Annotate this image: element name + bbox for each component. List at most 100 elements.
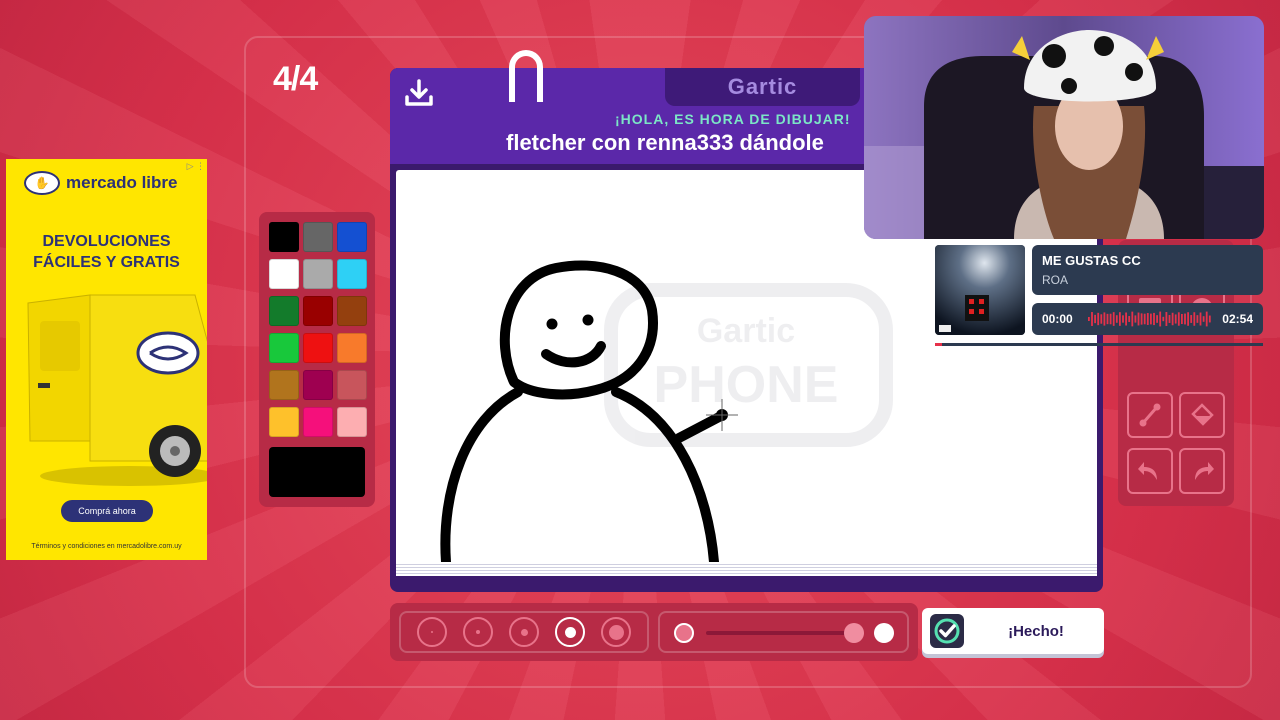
undo-button[interactable] — [1127, 448, 1173, 494]
track-duration: 02:54 — [1222, 312, 1253, 326]
waveform-bar — [1109, 313, 1112, 325]
line-tool[interactable] — [1127, 392, 1173, 438]
brush-size-dot — [608, 624, 624, 640]
watermark-top: Gartic — [697, 312, 795, 350]
album-art-image — [935, 245, 1025, 335]
waveform-bar — [1143, 313, 1146, 325]
delivery-van-image — [27, 294, 207, 486]
color-swatch[interactable] — [303, 333, 333, 363]
left-eye — [546, 318, 558, 330]
waveform-bar — [1168, 315, 1171, 323]
color-swatch[interactable] — [337, 370, 367, 400]
waveform-bar — [1181, 313, 1183, 325]
ad-headline-line2: FÁCILES Y GRATIS — [33, 254, 180, 271]
waveform — [1088, 311, 1211, 327]
waveform-bar — [1140, 313, 1143, 325]
color-swatch[interactable] — [269, 407, 299, 437]
waveform-bar — [1112, 312, 1115, 326]
waveform-bar — [1205, 311, 1208, 327]
webcam-feed-image — [864, 16, 1264, 239]
done-button[interactable]: ¡Hecho! — [922, 608, 1104, 654]
ad-headline: DEVOLUCIONES FÁCILES Y GRATIS — [6, 231, 207, 273]
color-swatch[interactable] — [269, 333, 299, 363]
color-swatch[interactable] — [337, 333, 367, 363]
track-artist: ROA — [1042, 273, 1069, 287]
ad-choices-icon[interactable]: ▷ ⋮ — [187, 161, 205, 172]
brush-size-button[interactable] — [509, 617, 539, 647]
brush-size-button[interactable] — [555, 617, 585, 647]
waveform-bar — [1159, 311, 1162, 327]
color-swatch[interactable] — [303, 296, 333, 326]
color-palette — [259, 212, 375, 507]
waveform-bar — [1156, 315, 1158, 323]
fill-tool[interactable] — [1179, 392, 1225, 438]
waveform-bar — [1125, 312, 1127, 326]
waveform-bar — [1162, 316, 1165, 322]
advertisement[interactable]: ▷ ⋮ ✋ mercado libre DEVOLUCIONES FÁCILES… — [6, 159, 207, 560]
right-eye — [582, 314, 594, 326]
page-edge — [396, 562, 1097, 576]
opacity-track[interactable] — [706, 631, 852, 635]
download-icon[interactable] — [404, 78, 434, 108]
redo-button[interactable] — [1179, 448, 1225, 494]
watermark-bottom: PHONE — [654, 356, 839, 414]
waveform-bar — [1184, 313, 1186, 325]
color-swatch[interactable] — [337, 407, 367, 437]
notebook-ring — [509, 50, 543, 102]
color-swatch[interactable] — [337, 222, 367, 252]
brush-size-dot — [476, 630, 480, 634]
ad-cta-button[interactable]: Comprá ahora — [61, 500, 153, 522]
brush-size-dot — [564, 626, 576, 638]
color-swatch[interactable] — [303, 407, 333, 437]
waveform-bar — [1174, 314, 1177, 324]
waveform-bar — [1134, 315, 1137, 323]
color-swatch[interactable] — [337, 259, 367, 289]
track-progress-bar — [935, 343, 1263, 346]
color-swatch[interactable] — [269, 222, 299, 252]
ad-brand: mercado libre — [66, 173, 178, 192]
ad-logo: ✋ mercado libre — [24, 171, 178, 195]
waveform-bar — [1128, 316, 1131, 322]
track-title: ME GUSTAS CC — [1042, 253, 1141, 268]
line-icon — [1139, 403, 1161, 427]
redo-icon — [1195, 462, 1214, 480]
waveform-bar — [1106, 313, 1109, 325]
color-swatch[interactable] — [269, 370, 299, 400]
brush-size-button[interactable] — [417, 617, 447, 647]
waveform-bar — [1202, 316, 1205, 322]
ad-headline-line1: DEVOLUCIONES — [42, 233, 171, 250]
brush-size-selector — [399, 611, 649, 653]
waveform-bar — [1097, 312, 1100, 326]
track-progress-fill — [935, 343, 942, 346]
waveform-bar — [1122, 315, 1124, 323]
color-swatch[interactable] — [303, 222, 333, 252]
waveform-bar — [1131, 311, 1134, 327]
waveform-bar — [1146, 313, 1149, 325]
color-swatch[interactable] — [269, 259, 299, 289]
done-label: ¡Hecho! — [1008, 622, 1064, 640]
color-swatch[interactable] — [337, 296, 367, 326]
waveform-bar — [1094, 314, 1096, 324]
waveform-bar — [1137, 312, 1140, 326]
waveform-bar — [1171, 312, 1174, 326]
color-swatch[interactable] — [303, 259, 333, 289]
brush-size-button[interactable] — [463, 617, 493, 647]
subtitle: ¡HOLA, ES HORA DE DIBUJAR! — [615, 111, 851, 127]
track-progress: 00:00 02:54 — [1032, 303, 1263, 335]
color-swatch[interactable] — [303, 370, 333, 400]
brush-toolbar — [390, 603, 918, 661]
waveform-bar — [1103, 312, 1106, 326]
waveform-bar — [1115, 315, 1118, 323]
opacity-slider[interactable] — [658, 611, 909, 653]
waveform-bar — [1208, 315, 1211, 323]
webcam-overlay — [864, 16, 1264, 239]
waveform-bar — [1187, 312, 1189, 326]
opacity-thumb[interactable] — [844, 623, 864, 643]
color-swatch[interactable] — [269, 296, 299, 326]
current-color-preview[interactable] — [269, 447, 365, 497]
waveform-bar — [1153, 312, 1155, 326]
brush-size-button[interactable] — [601, 617, 631, 647]
check-icon — [930, 614, 964, 648]
color-swatches — [269, 222, 367, 437]
undo-icon — [1138, 462, 1157, 480]
